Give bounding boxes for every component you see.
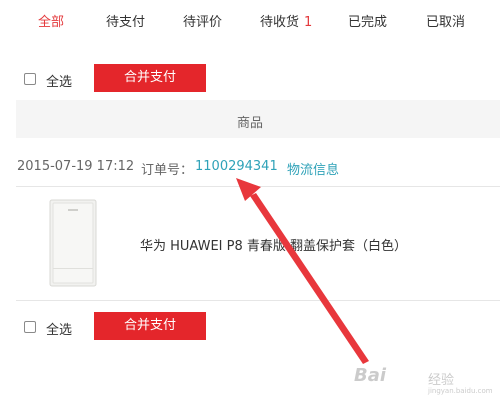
logistics-link[interactable]: 物流信息: [287, 159, 339, 178]
divider: [16, 186, 500, 187]
tab-pending-receipt[interactable]: 待收货 1: [260, 11, 312, 30]
watermark-url: jingyan.baidu.com: [428, 387, 493, 395]
tab-completed[interactable]: 已完成: [348, 11, 387, 30]
tab-cancelled[interactable]: 已取消: [426, 11, 465, 30]
baidu-watermark: Bai 经验 jingyan.baidu.com: [354, 365, 494, 401]
select-all-label: 全选: [46, 323, 73, 338]
bottom-action-bar: 全选 合并支付: [0, 312, 500, 342]
order-number-link[interactable]: 1100294341: [195, 159, 278, 174]
merge-pay-button[interactable]: 合并支付: [94, 64, 206, 92]
watermark-logo: Bai: [354, 365, 387, 386]
order-number-label: 订单号：: [141, 163, 194, 178]
order-date: 2015-07-19 17:12: [17, 159, 135, 174]
column-header-product: 商品: [237, 116, 264, 131]
select-all-label: 全选: [46, 75, 73, 90]
tab-all[interactable]: 全部: [38, 11, 64, 30]
product-image[interactable]: [48, 198, 98, 288]
divider: [16, 300, 500, 301]
tab-pending-payment[interactable]: 待支付: [106, 11, 145, 30]
select-all-checkbox[interactable]: [24, 73, 36, 85]
watermark-text: 经验: [428, 373, 455, 388]
merge-pay-button[interactable]: 合并支付: [94, 312, 206, 340]
top-action-bar: 全选 合并支付: [0, 64, 500, 94]
product-name[interactable]: 华为 HUAWEI P8 青春版 翻盖保护套（白色）: [140, 235, 407, 254]
select-all-checkbox[interactable]: [24, 321, 36, 333]
table-header: 商品: [16, 100, 500, 138]
order-status-tabs: 全部 待支付 待评价 待收货 1 已完成 已取消: [0, 0, 500, 40]
tab-pending-review[interactable]: 待评价: [183, 11, 222, 30]
tab-pending-receipt-label: 待收货: [260, 15, 300, 30]
tab-count-badge: 1: [304, 15, 313, 30]
